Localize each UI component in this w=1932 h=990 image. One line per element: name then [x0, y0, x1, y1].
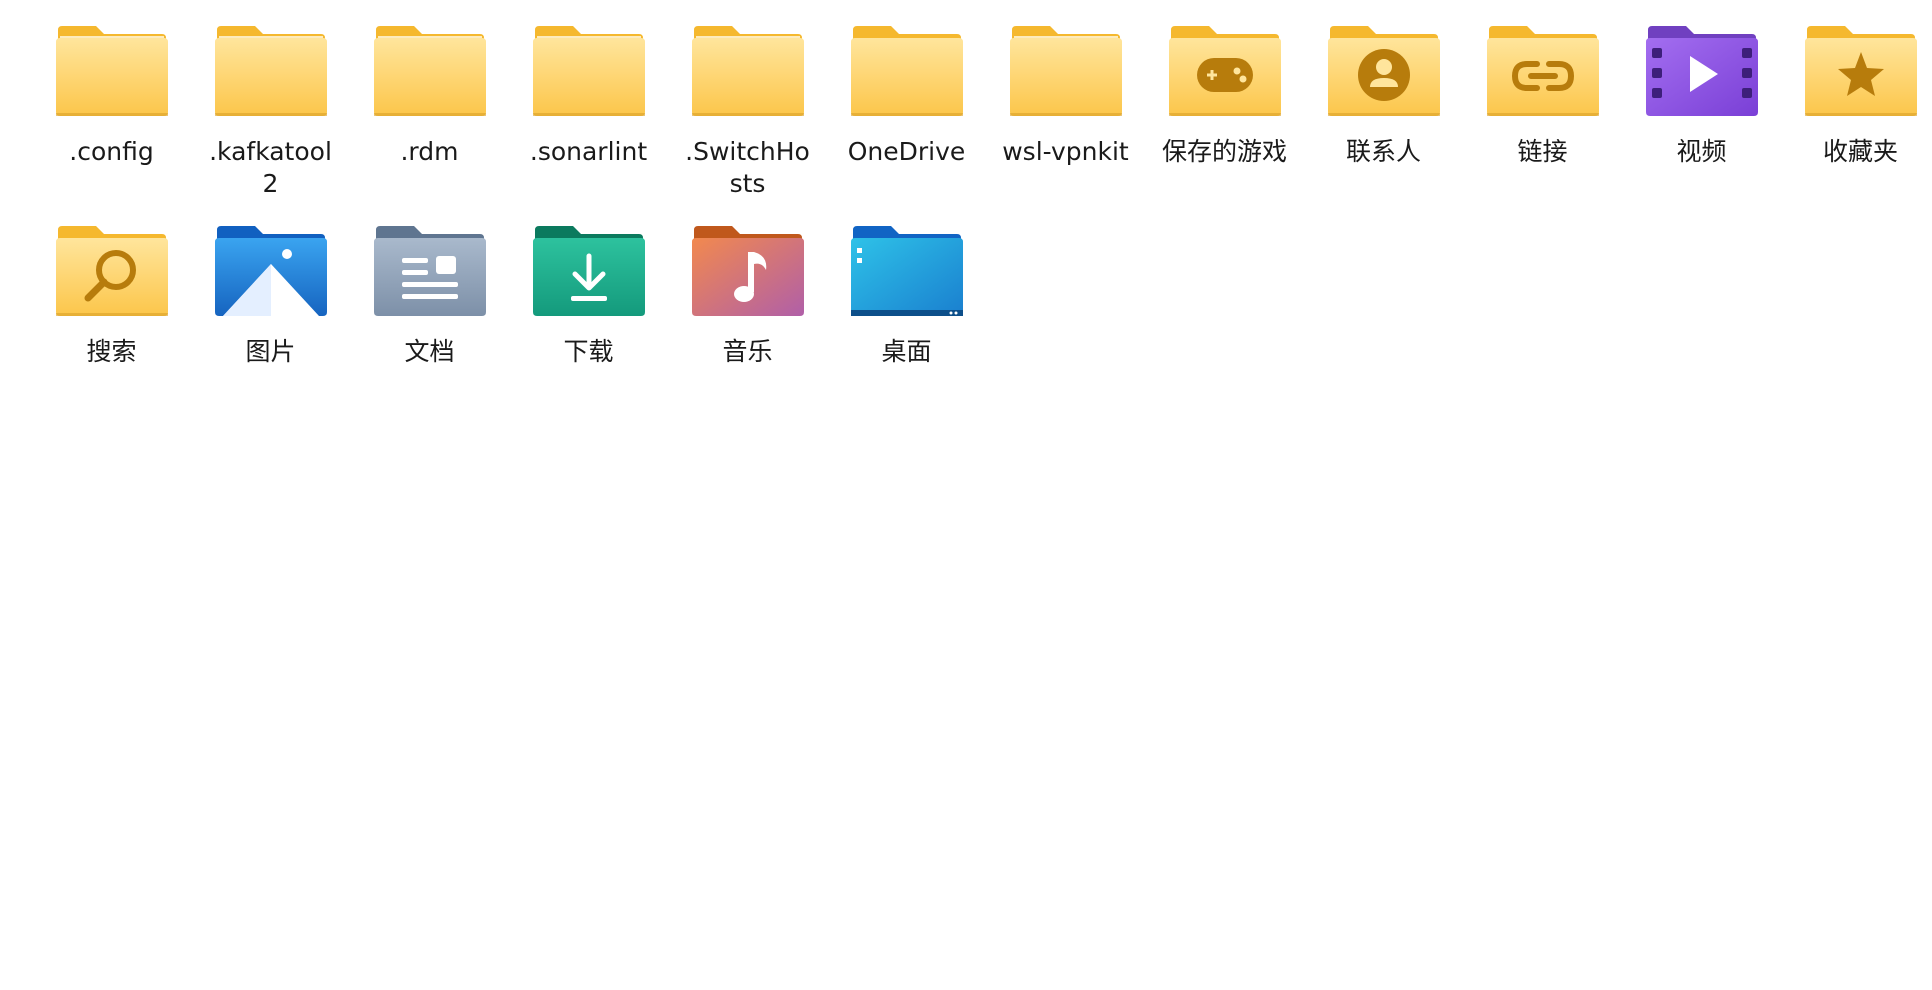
- folder-label: 保存的游戏: [1161, 137, 1287, 166]
- folder-item-pictures[interactable]: 图片: [191, 224, 350, 424]
- folder-icon: [55, 24, 168, 118]
- folder-item-switchhosts[interactable]: .SwitchHosts: [668, 24, 827, 224]
- folder-label: .config: [69, 137, 154, 166]
- folder-label: .rdm: [400, 137, 459, 166]
- folder-item-saved-games[interactable]: 保存的游戏: [1145, 24, 1304, 224]
- folder-item-videos[interactable]: 视频: [1622, 24, 1781, 224]
- folder-label: wsl-vpnkit: [1002, 137, 1129, 166]
- folder-label: 视频: [1676, 137, 1727, 166]
- folder-item-documents[interactable]: 文档: [350, 224, 509, 424]
- favorites-folder-icon: [1804, 24, 1917, 118]
- folder-label: 桌面: [881, 337, 932, 366]
- folder-label: 下载: [563, 337, 614, 366]
- folder-item-onedrive[interactable]: OneDrive: [827, 24, 986, 224]
- folder-item-contacts[interactable]: 联系人: [1304, 24, 1463, 224]
- folder-label: .SwitchHosts: [685, 137, 810, 198]
- folder-icon: [532, 24, 645, 118]
- folder-icon: [214, 24, 327, 118]
- folder-item-kafkatool2[interactable]: .kafkatool2: [191, 24, 350, 224]
- folder-item-config[interactable]: .config: [32, 24, 191, 224]
- folder-item-favorites[interactable]: 收藏夹: [1781, 24, 1932, 224]
- folder-label: 图片: [245, 337, 296, 366]
- folder-label: OneDrive: [847, 137, 966, 166]
- folder-grid: .config .kafkatool2 .rdm .sonarlint .Swi…: [32, 24, 1932, 424]
- folder-icon: [373, 24, 486, 118]
- videos-folder-icon: [1645, 24, 1758, 118]
- folder-label: 收藏夹: [1822, 137, 1898, 166]
- folder-item-sonarlint[interactable]: .sonarlint: [509, 24, 668, 224]
- folder-label: 链接: [1517, 137, 1568, 166]
- pictures-folder-icon: [214, 224, 327, 318]
- folder-label: 联系人: [1345, 137, 1421, 166]
- folder-item-links[interactable]: 链接: [1463, 24, 1622, 224]
- folder-icon: [1009, 24, 1122, 118]
- folder-item-searches[interactable]: 搜索: [32, 224, 191, 424]
- folder-label: 文档: [404, 337, 455, 366]
- folder-icon: [691, 24, 804, 118]
- folder-label: 音乐: [722, 337, 773, 366]
- onedrive-folder-icon: [850, 24, 963, 118]
- saved-games-folder-icon: [1168, 24, 1281, 118]
- folder-item-downloads[interactable]: 下载: [509, 224, 668, 424]
- documents-folder-icon: [373, 224, 486, 318]
- searches-folder-icon: [55, 224, 168, 318]
- desktop-folder-icon: [850, 224, 963, 318]
- folder-item-rdm[interactable]: .rdm: [350, 24, 509, 224]
- folder-label: .kafkatool2: [209, 137, 332, 198]
- folder-label: .sonarlint: [529, 137, 648, 166]
- folder-item-music[interactable]: 音乐: [668, 224, 827, 424]
- downloads-folder-icon: [532, 224, 645, 318]
- music-folder-icon: [691, 224, 804, 318]
- folder-item-desktop[interactable]: 桌面: [827, 224, 986, 424]
- contacts-folder-icon: [1327, 24, 1440, 118]
- links-folder-icon: [1486, 24, 1599, 118]
- folder-label: 搜索: [86, 337, 137, 366]
- folder-item-wsl-vpnkit[interactable]: wsl-vpnkit: [986, 24, 1145, 224]
